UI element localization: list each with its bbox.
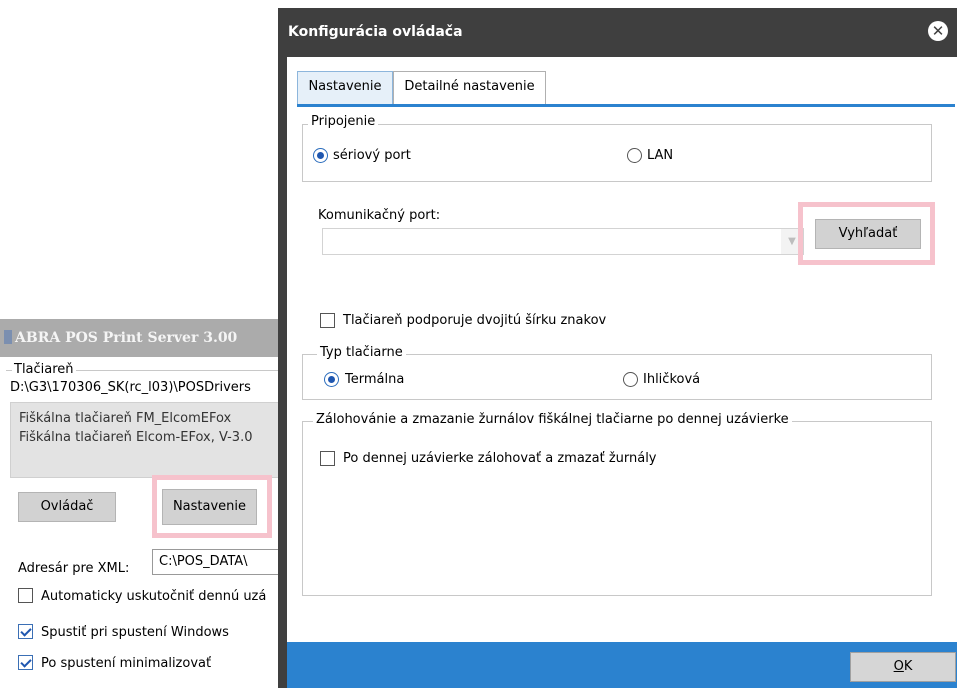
serial-port-radio[interactable] bbox=[313, 148, 328, 163]
printer-list[interactable]: Fiškálna tlačiareň FM_ElcomEFox Fiškálna… bbox=[10, 402, 300, 478]
lan-radio[interactable] bbox=[627, 148, 642, 163]
xml-dir-input[interactable]: C:\POS_DATA\ bbox=[152, 549, 292, 575]
background-window: ABRA POS Print Server 3.00 Tlačiareň D:\… bbox=[0, 0, 300, 688]
lan-label[interactable]: LAN bbox=[647, 148, 673, 163]
close-icon[interactable]: ✕ bbox=[928, 21, 948, 41]
thermal-radio[interactable] bbox=[324, 372, 339, 387]
printer-path: D:\G3\170306_SK(rc_l03)\POSDrivers bbox=[10, 380, 251, 395]
double-width-label[interactable]: Tlačiareň podporuje dvojitú šírku znakov bbox=[343, 313, 606, 328]
backup-journals-label[interactable]: Po dennej uzávierke zálohovať a zmazať ž… bbox=[343, 451, 657, 466]
search-port-button[interactable]: Vyhľadať bbox=[815, 219, 921, 249]
tab-bar-underline bbox=[297, 104, 955, 107]
ok-button[interactable]: OK bbox=[850, 652, 956, 682]
tab-nastavenie[interactable]: Nastavenie bbox=[297, 71, 393, 104]
start-with-windows-label[interactable]: Spustiť pri spustení Windows bbox=[41, 625, 229, 640]
dialog-title: Konfigurácia ovládača bbox=[288, 24, 463, 40]
double-width-checkbox[interactable] bbox=[320, 313, 335, 328]
thermal-label[interactable]: Termálna bbox=[345, 372, 404, 387]
printer-type-group-title: Typ tlačiarne bbox=[317, 345, 406, 360]
dot-matrix-radio[interactable] bbox=[623, 372, 638, 387]
background-window-titlebar: ABRA POS Print Server 3.00 bbox=[0, 319, 282, 357]
background-window-title: ABRA POS Print Server 3.00 bbox=[15, 330, 238, 346]
list-item[interactable]: Fiškálna tlačiareň FM_ElcomEFox bbox=[19, 409, 291, 428]
dot-matrix-label[interactable]: Ihličková bbox=[643, 372, 700, 387]
auto-daily-closing-checkbox[interactable] bbox=[18, 588, 33, 603]
xml-dir-label: Adresár pre XML: bbox=[18, 561, 130, 576]
ok-button-mnemonic: O bbox=[893, 659, 904, 674]
start-with-windows-checkbox[interactable] bbox=[18, 624, 33, 639]
app-icon bbox=[4, 329, 12, 344]
group-divider bbox=[60, 370, 290, 371]
tab-detailne-nastavenie[interactable]: Detailné nastavenie bbox=[393, 71, 546, 104]
serial-port-label[interactable]: sériový port bbox=[333, 148, 411, 163]
comm-port-label: Komunikačný port: bbox=[318, 208, 441, 223]
minimize-on-start-checkbox[interactable] bbox=[18, 655, 33, 670]
backup-group-title: Zálohovánie a zmazanie žurnálov fiškálne… bbox=[313, 412, 792, 427]
printers-group-label: Tlačiareň bbox=[12, 362, 76, 377]
connection-group-title: Pripojenie bbox=[308, 114, 379, 129]
driver-button[interactable]: Ovládač bbox=[18, 492, 116, 522]
list-item[interactable]: Fiškálna tlačiareň Elcom-EFox, V-3.0 bbox=[19, 428, 291, 447]
driver-config-dialog: Konfigurácia ovládača ✕ Nastavenie Detai… bbox=[278, 8, 957, 688]
minimize-on-start-label[interactable]: Po spustení minimalizovať bbox=[41, 656, 211, 671]
backup-group bbox=[302, 421, 932, 596]
dialog-body: Nastavenie Detailné nastavenie Pripojeni… bbox=[287, 57, 957, 642]
comm-port-select[interactable] bbox=[322, 228, 804, 255]
auto-daily-closing-label[interactable]: Automaticky uskutočniť dennú uzá bbox=[41, 589, 266, 604]
dialog-footer: OK bbox=[287, 642, 957, 688]
settings-button[interactable]: Nastavenie bbox=[162, 489, 257, 525]
backup-journals-checkbox[interactable] bbox=[320, 451, 335, 466]
ok-button-label-rest: K bbox=[903, 659, 913, 674]
